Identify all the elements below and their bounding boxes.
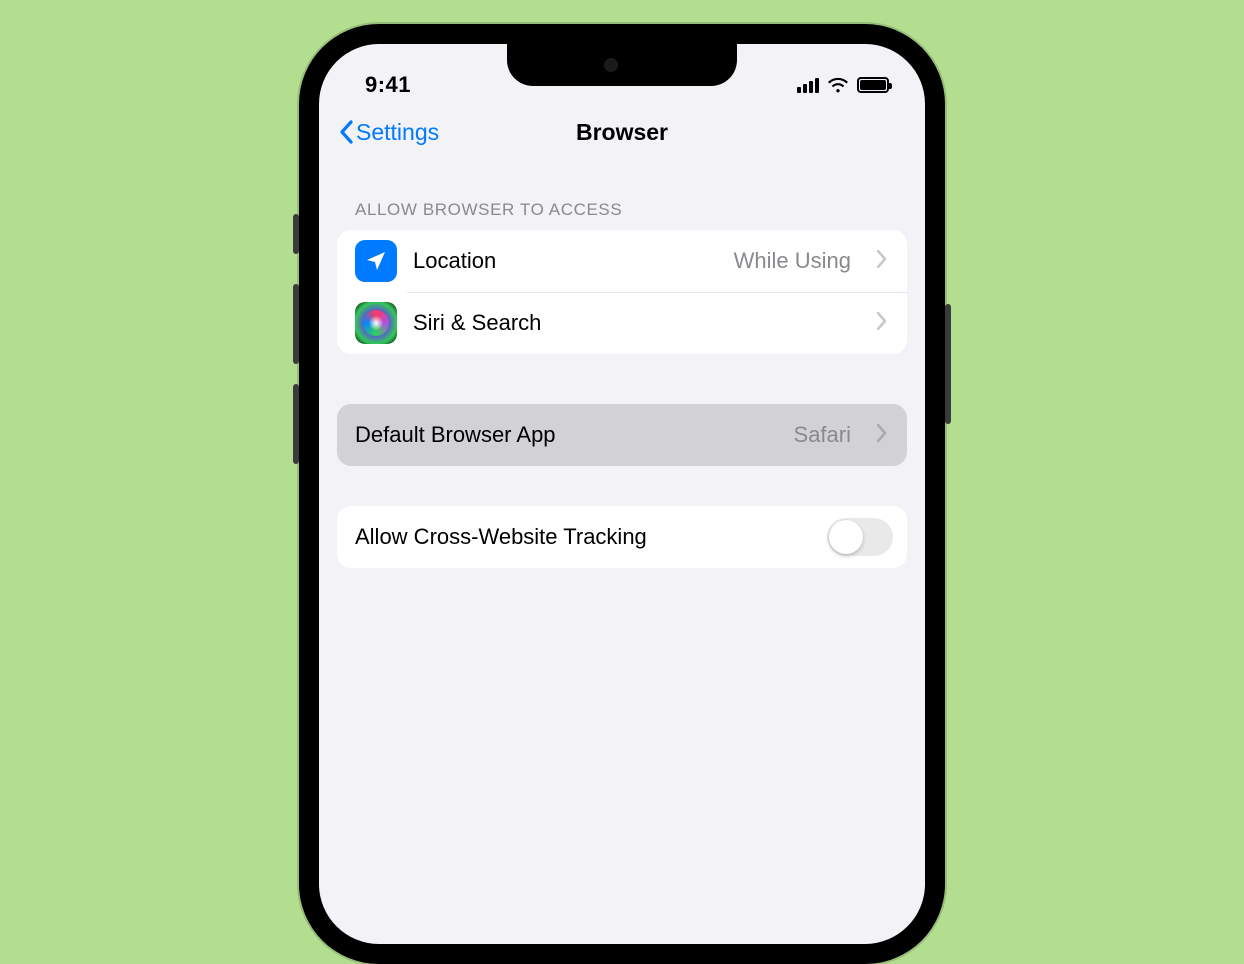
row-detail: While Using [734,248,851,274]
row-label: Default Browser App [355,422,778,448]
volume-up-button [293,284,299,364]
section-header-access: Allow Browser to Access [337,156,907,230]
group-tracking: Allow Cross-Website Tracking [337,506,907,568]
row-label: Siri & Search [413,310,851,336]
status-time: 9:41 [365,72,411,98]
row-label: Location [413,248,718,274]
location-icon [355,240,397,282]
chevron-right-icon [877,424,889,447]
siri-icon [355,302,397,344]
notch [507,44,737,86]
status-indicators [797,77,889,93]
group-default-browser: Default Browser App Safari [337,404,907,466]
page-title: Browser [576,119,668,145]
wifi-icon [827,77,849,93]
back-button[interactable]: Settings [337,118,439,146]
nav-bar: Settings Browser [319,104,925,156]
mute-switch [293,214,299,254]
tracking-toggle[interactable] [827,518,893,556]
phone-frame: 9:41 [299,24,945,964]
chevron-left-icon [337,118,354,146]
row-siri-search[interactable]: Siri & Search [337,292,907,354]
group-access: Location While Using Siri & Search [337,230,907,354]
cellular-signal-icon [797,77,819,93]
battery-icon [857,77,889,93]
volume-down-button [293,384,299,464]
row-cross-site-tracking[interactable]: Allow Cross-Website Tracking [337,506,907,568]
row-default-browser[interactable]: Default Browser App Safari [337,404,907,466]
toggle-knob [829,520,863,554]
row-detail: Safari [794,422,851,448]
row-label: Allow Cross-Website Tracking [355,524,811,550]
power-button [945,304,951,424]
row-location[interactable]: Location While Using [337,230,907,292]
screen: 9:41 [319,44,925,944]
back-label: Settings [356,119,439,146]
chevron-right-icon [877,250,889,273]
chevron-right-icon [877,312,889,335]
